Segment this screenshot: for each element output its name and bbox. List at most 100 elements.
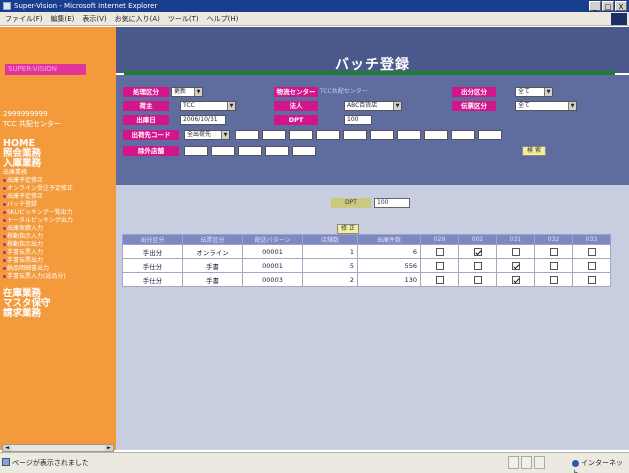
shukko-bi-input[interactable]: 2006/10/31 [180, 115, 226, 125]
scroll-left-icon[interactable]: ◄ [3, 445, 11, 451]
store-checkbox[interactable] [473, 261, 482, 270]
store-checkbox[interactable] [549, 261, 558, 270]
maximize-button[interactable]: □ [602, 1, 614, 11]
shukkasaki-code-select[interactable]: 全出荷先 ▼ [184, 130, 230, 140]
store-checkbox[interactable] [587, 261, 596, 270]
hikiate-cell: 手出分 [122, 244, 183, 259]
nav-sub-item[interactable]: トータルピッキング出力 [3, 217, 73, 225]
minimize-button[interactable]: _ [589, 1, 601, 11]
nav-billing[interactable]: 請求業務 [3, 309, 41, 319]
shukkasaki-code-field[interactable] [478, 130, 502, 140]
hojin-select[interactable]: ABC百貨店 ▼ [344, 101, 402, 111]
page-done-icon [2, 458, 10, 466]
ninushi-select[interactable]: TCC ▼ [180, 101, 236, 111]
hikiate-cell: 手仕分 [122, 258, 183, 273]
store-checkbox[interactable] [549, 247, 558, 256]
results-dpt-value: 100 [374, 198, 410, 208]
shukkasaki-code-field[interactable] [343, 130, 367, 140]
column-header: 029 [420, 234, 459, 245]
nav-sub-item[interactable]: 出庫予定修正 [3, 177, 43, 185]
nav-sub-item[interactable]: 手書伝票出力 [3, 257, 43, 265]
store-checkbox[interactable] [473, 275, 482, 284]
jogai-field[interactable] [265, 146, 289, 156]
stores-cell: 2 [302, 272, 358, 287]
shukkasaki-code-field[interactable] [316, 130, 340, 140]
close-button[interactable]: X [615, 1, 627, 11]
ie-logo-icon [611, 13, 627, 25]
jogai-field[interactable] [238, 146, 262, 156]
store-checkbox[interactable] [473, 247, 482, 256]
bullet-icon [3, 235, 6, 238]
nav-sub-item[interactable]: 移動指示出力 [3, 241, 43, 249]
user-id: 2999999999 [3, 110, 48, 118]
nav-shipping-header[interactable]: 出庫業務 [3, 169, 27, 177]
bullet-icon [3, 179, 6, 182]
chevron-down-icon: ▼ [393, 102, 401, 110]
shukkasaki-code-field[interactable] [235, 130, 259, 140]
shukkasaki-code-field[interactable] [424, 130, 448, 140]
menu-tools[interactable]: ツール(T) [168, 14, 199, 24]
denpyo-cell: オンライン [182, 244, 243, 259]
nav-sub-item[interactable]: 出庫実績入力 [3, 225, 43, 233]
store-checkbox[interactable] [549, 275, 558, 284]
store-checkbox[interactable] [435, 247, 444, 256]
bullet-icon [3, 243, 6, 246]
shukkasaki-code-field[interactable] [262, 130, 286, 140]
search-button[interactable]: 検 索 [522, 146, 546, 156]
shukko-bi-label: 出庫日 [123, 115, 169, 125]
store-checkbox[interactable] [435, 261, 444, 270]
store-checkbox[interactable] [511, 247, 520, 256]
ie-app-icon [3, 2, 11, 10]
update-button[interactable]: 修 正 [337, 224, 359, 234]
menu-edit[interactable]: 編集(E) [51, 14, 75, 24]
nav-sub-item[interactable]: 移動指示入力 [3, 233, 43, 241]
butsuryu-center-label: 物流センター [274, 87, 318, 97]
bullet-icon [3, 227, 6, 230]
jogai-label: 除外店舗 [123, 146, 179, 156]
table-header-row: 出分区分 伝票区分 配送バターン 店舗数 出庫件数 029 002 031 03… [122, 234, 611, 245]
denpyo-cell: 手書 [182, 272, 243, 287]
menu-help[interactable]: ヘルプ(H) [207, 14, 239, 24]
shori-kubun-select[interactable]: 更新 ▼ [171, 87, 203, 97]
shukkasaki-code-field[interactable] [370, 130, 394, 140]
jogai-field[interactable] [184, 146, 208, 156]
store-checkbox[interactable] [511, 275, 520, 284]
jogai-field[interactable] [292, 146, 316, 156]
nav-sub-item[interactable]: 出庫予定修正 [3, 193, 43, 201]
denpyo-cell: 手書 [182, 258, 243, 273]
jogai-field[interactable] [211, 146, 235, 156]
hikiate-kubun-select[interactable]: 全て ▼ [515, 87, 553, 97]
store-checkbox[interactable] [587, 275, 596, 284]
nav-sub-item[interactable]: SKUピッキング一覧出力 [3, 209, 73, 217]
nav-sub-item[interactable]: 納品明細書出力 [3, 265, 49, 273]
column-header: 伝票区分 [182, 234, 243, 245]
hojin-label: 法人 [274, 101, 318, 111]
nav-receiving[interactable]: 入庫業務 [3, 159, 41, 169]
scroll-right-icon[interactable]: ► [105, 445, 113, 451]
bullet-icon [3, 251, 6, 254]
shukkasaki-code-field[interactable] [289, 130, 313, 140]
globe-icon [572, 459, 579, 467]
table-row: 手仕分 手書 00001 5 556 [122, 258, 611, 273]
nav-sub-item[interactable]: 手書伝票入力(返品分) [3, 273, 66, 281]
shori-kubun-label: 処理区分 [123, 87, 169, 97]
denpyo-kubun-select[interactable]: 全て ▼ [515, 101, 577, 111]
menu-favorites[interactable]: お気に入り(A) [115, 14, 160, 24]
menu-view[interactable]: 表示(V) [82, 14, 106, 24]
menu-file[interactable]: ファイル(F) [5, 14, 43, 24]
store-checkbox[interactable] [587, 247, 596, 256]
dpt-input[interactable]: 100 [344, 115, 372, 125]
store-checkbox[interactable] [435, 275, 444, 284]
pattern-cell: 00003 [242, 272, 303, 287]
butsuryu-center-value: TCC共配センター [320, 88, 368, 95]
nav-sub-item[interactable]: オンライン受注予定修正 [3, 185, 73, 193]
column-header: 002 [458, 234, 497, 245]
shukkasaki-code-field[interactable] [397, 130, 421, 140]
security-zone: インターネット [572, 459, 623, 473]
sidebar-horizontal-scrollbar[interactable]: ◄ ► [2, 444, 114, 452]
window-controls: _ □ X [589, 1, 627, 11]
shukkasaki-code-field[interactable] [451, 130, 475, 140]
store-checkbox[interactable] [511, 261, 520, 270]
nav-sub-item[interactable]: 手書伝票入力 [3, 249, 43, 257]
nav-sub-item[interactable]: バッチ登録 [3, 201, 37, 209]
